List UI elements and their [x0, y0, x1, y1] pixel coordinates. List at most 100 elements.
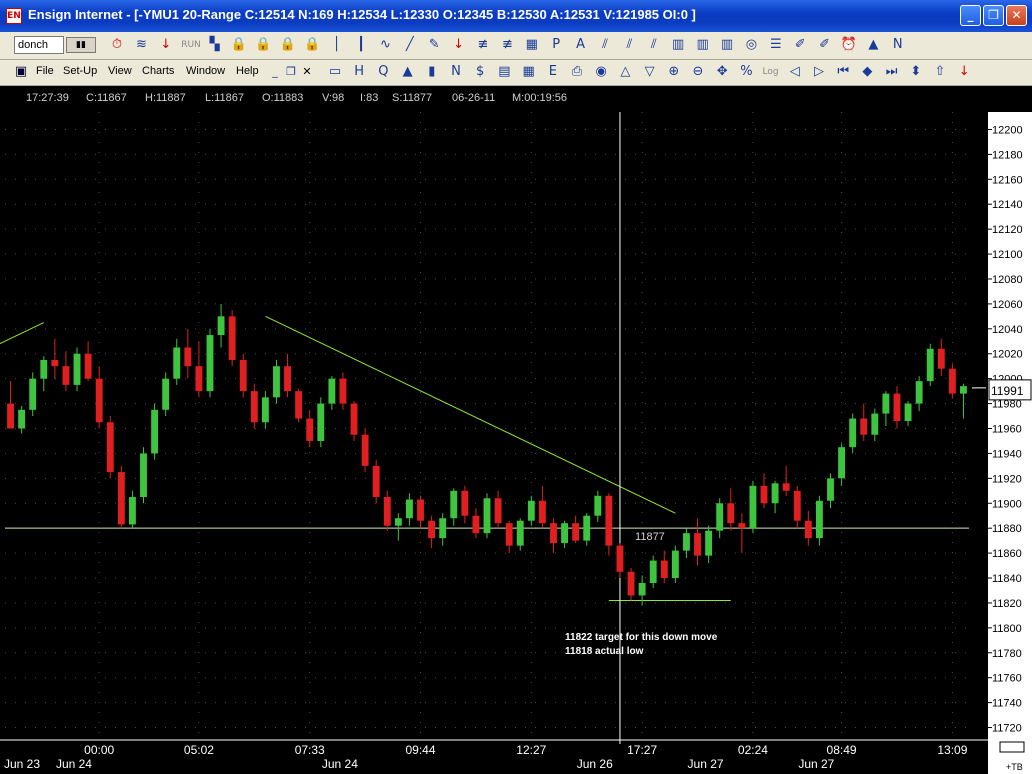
scroll-left-icon[interactable]: ◁	[786, 63, 804, 81]
list-icon[interactable]: ☰	[767, 36, 785, 54]
triangle-icon[interactable]: ▲	[864, 36, 882, 54]
candle-icon[interactable]: ┃	[352, 36, 370, 54]
arrow-up-icon[interactable]: ⇧	[931, 63, 949, 81]
candle-body	[439, 518, 447, 539]
print-icon[interactable]: ⎙	[568, 63, 586, 81]
lock-icon[interactable]: 🔒	[279, 36, 297, 54]
lock-icon[interactable]: 🔒	[303, 36, 321, 54]
scroll-right-icon[interactable]: ▷	[810, 63, 828, 81]
fire-icon[interactable]: ▲	[399, 63, 417, 81]
arrows-ud-icon[interactable]: ⬍	[907, 63, 925, 81]
lock-icon[interactable]: 🔒	[254, 36, 272, 54]
curve-icon[interactable]: ∿	[376, 36, 394, 54]
close-button[interactable]: ✕	[1006, 5, 1027, 26]
price-tick-label: 12140	[992, 199, 1023, 211]
target-icon[interactable]: ◎	[742, 36, 760, 54]
network-icon[interactable]: ▚	[206, 36, 224, 54]
triangle-up-icon[interactable]: △	[616, 63, 634, 81]
lines-icon[interactable]: ⫽	[645, 36, 663, 54]
alarm-icon[interactable]: ⏰	[840, 36, 858, 54]
wave-icon[interactable]: ≋	[132, 36, 150, 54]
annotation-text: 11818 actual low	[565, 646, 644, 657]
fib-icon[interactable]: ≢	[474, 36, 492, 54]
price-tick-label: 11820	[992, 598, 1022, 610]
menu-file[interactable]: File	[36, 65, 54, 77]
triangle-down-icon[interactable]: ▽	[641, 63, 659, 81]
espl-icon[interactable]: E	[544, 63, 562, 81]
bar-icon[interactable]: ▮	[423, 63, 441, 81]
maximize-button[interactable]: ❐	[983, 5, 1004, 26]
log-icon[interactable]: Log	[762, 63, 780, 81]
bars-icon[interactable]: ▥	[669, 36, 687, 54]
line-icon[interactable]: ╱	[401, 36, 419, 54]
lines-icon[interactable]: ⫽	[596, 36, 614, 54]
candle-body	[361, 434, 369, 466]
grid-icon[interactable]: ▦	[523, 36, 541, 54]
drag-icon[interactable]: ✥	[713, 63, 731, 81]
lock-icon[interactable]: 🔒	[230, 36, 248, 54]
percent-icon[interactable]: %	[737, 63, 755, 81]
run-icon[interactable]: RUN	[181, 36, 201, 54]
quote-info-bar: 17:27:39 C:11867 H:11887 L:11867 O:11883…	[0, 86, 1032, 112]
price-tick-label: 11980	[992, 399, 1022, 411]
price-tick-label: 12060	[992, 299, 1023, 311]
arrow-down-red-icon[interactable]: ↓	[157, 36, 175, 54]
candle-body	[660, 560, 668, 579]
bars-icon[interactable]: ▥	[718, 36, 736, 54]
ensign-menu-icon[interactable]: ▣	[12, 63, 30, 81]
time-label: 08:49	[827, 743, 857, 757]
candle-body	[383, 497, 391, 526]
trendline	[265, 315, 676, 514]
arrows-lr-icon[interactable]: ◆	[858, 63, 876, 81]
study-dropdown-button[interactable]: ▮▮	[66, 37, 96, 53]
p-box-icon[interactable]: P	[547, 36, 565, 54]
annotation-text: 11822 target for this down move	[565, 632, 718, 643]
menu-window[interactable]: Window	[186, 65, 225, 77]
stopwatch-icon[interactable]: ⏱	[108, 36, 126, 54]
candle-body	[815, 500, 823, 539]
window-icon[interactable]: ▭	[326, 63, 344, 81]
candle-body	[926, 348, 934, 382]
color-icon[interactable]: ◉	[592, 63, 610, 81]
menu-view[interactable]: View	[108, 65, 132, 77]
date-label: Jun 26	[577, 757, 613, 771]
first-icon[interactable]: ⏮	[834, 63, 852, 81]
arrow-down-icon[interactable]: ↓	[450, 36, 468, 54]
candle-body	[948, 368, 956, 394]
title-bar: EN Ensign Internet - [-YMU1 20-Range C:1…	[0, 0, 1032, 32]
candle-body	[871, 413, 879, 435]
mdi-close-icon[interactable]: ✕	[298, 63, 316, 81]
menu-help[interactable]: Help	[236, 65, 259, 77]
arrow-down-icon[interactable]: ↓	[955, 63, 973, 81]
q-icon[interactable]: Q	[374, 63, 392, 81]
date-label: Jun 24	[56, 757, 92, 771]
book-icon[interactable]: ▤	[495, 63, 513, 81]
zoom-in-icon[interactable]: ⊕	[665, 63, 683, 81]
candle-body	[583, 515, 591, 541]
candle-body	[683, 533, 690, 551]
price-tick-label: 11860	[992, 548, 1022, 560]
info-high: H:11887	[145, 92, 186, 104]
bars-icon[interactable]: ▥	[694, 36, 712, 54]
lines-icon[interactable]: ⫽	[620, 36, 638, 54]
price-chart[interactable]: 12200 12180 12160 12140 12120 12100 12080 12060…	[0, 112, 1032, 774]
n-icon[interactable]: N	[889, 36, 907, 54]
minimize-button[interactable]: _	[960, 5, 981, 26]
price-tick-label: 11840	[992, 573, 1022, 585]
h-icon[interactable]: H	[350, 63, 368, 81]
a-box-icon[interactable]: A	[572, 36, 590, 54]
last-icon[interactable]: ⏭	[883, 63, 901, 81]
dollar-icon[interactable]: $	[471, 63, 489, 81]
pen-icon[interactable]: ✐	[791, 36, 809, 54]
pen-icon[interactable]: ✐	[816, 36, 834, 54]
grid-icon[interactable]: ▦	[520, 63, 538, 81]
candle-body	[572, 523, 580, 541]
pencil-icon[interactable]: ✎	[425, 36, 443, 54]
fib-icon[interactable]: ≢	[498, 36, 516, 54]
zoom-out-icon[interactable]: ⊖	[689, 63, 707, 81]
n-icon[interactable]: N	[447, 63, 465, 81]
study-input[interactable]: donch	[14, 36, 64, 54]
vertical-line-icon[interactable]: │	[328, 36, 346, 54]
menu-setup[interactable]: Set-Up	[63, 65, 97, 77]
menu-charts[interactable]: Charts	[142, 65, 174, 77]
